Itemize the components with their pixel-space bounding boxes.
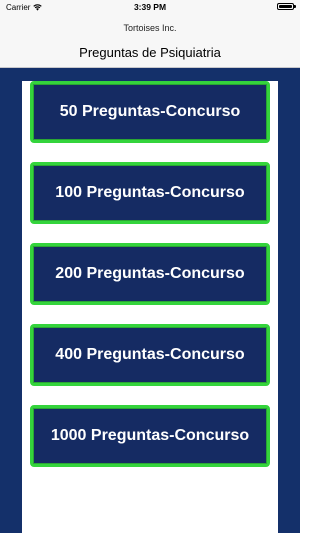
app-subtitle: Tortoises Inc. (123, 23, 177, 33)
battery-icon (277, 3, 296, 10)
quiz-1000-label: 1000 Preguntas-Concurso (50, 427, 250, 444)
navigation-header: Tortoises Inc. Preguntas de Psiquiatria (0, 14, 300, 68)
quiz-50-button[interactable]: 50 Preguntas-Concurso (30, 81, 270, 143)
quiz-400-label: 400 Preguntas-Concurso (55, 346, 245, 363)
quiz-200-label: 200 Preguntas-Concurso (55, 265, 245, 282)
status-bar: Carrier 3:39 PM (0, 0, 300, 14)
quiz-400-button[interactable]: 400 Preguntas-Concurso (30, 324, 270, 386)
status-time: 3:39 PM (133, 2, 167, 12)
quiz-200-button[interactable]: 200 Preguntas-Concurso (30, 243, 270, 305)
quiz-100-label: 100 Preguntas-Concurso (55, 184, 245, 201)
quiz-50-label: 50 Preguntas-Concurso (59, 103, 241, 120)
quiz-1000-button[interactable]: 1000 Preguntas-Concurso (30, 405, 270, 467)
quiz-100-button[interactable]: 100 Preguntas-Concurso (30, 162, 270, 224)
page-title: Preguntas de Psiquiatria (79, 45, 221, 60)
